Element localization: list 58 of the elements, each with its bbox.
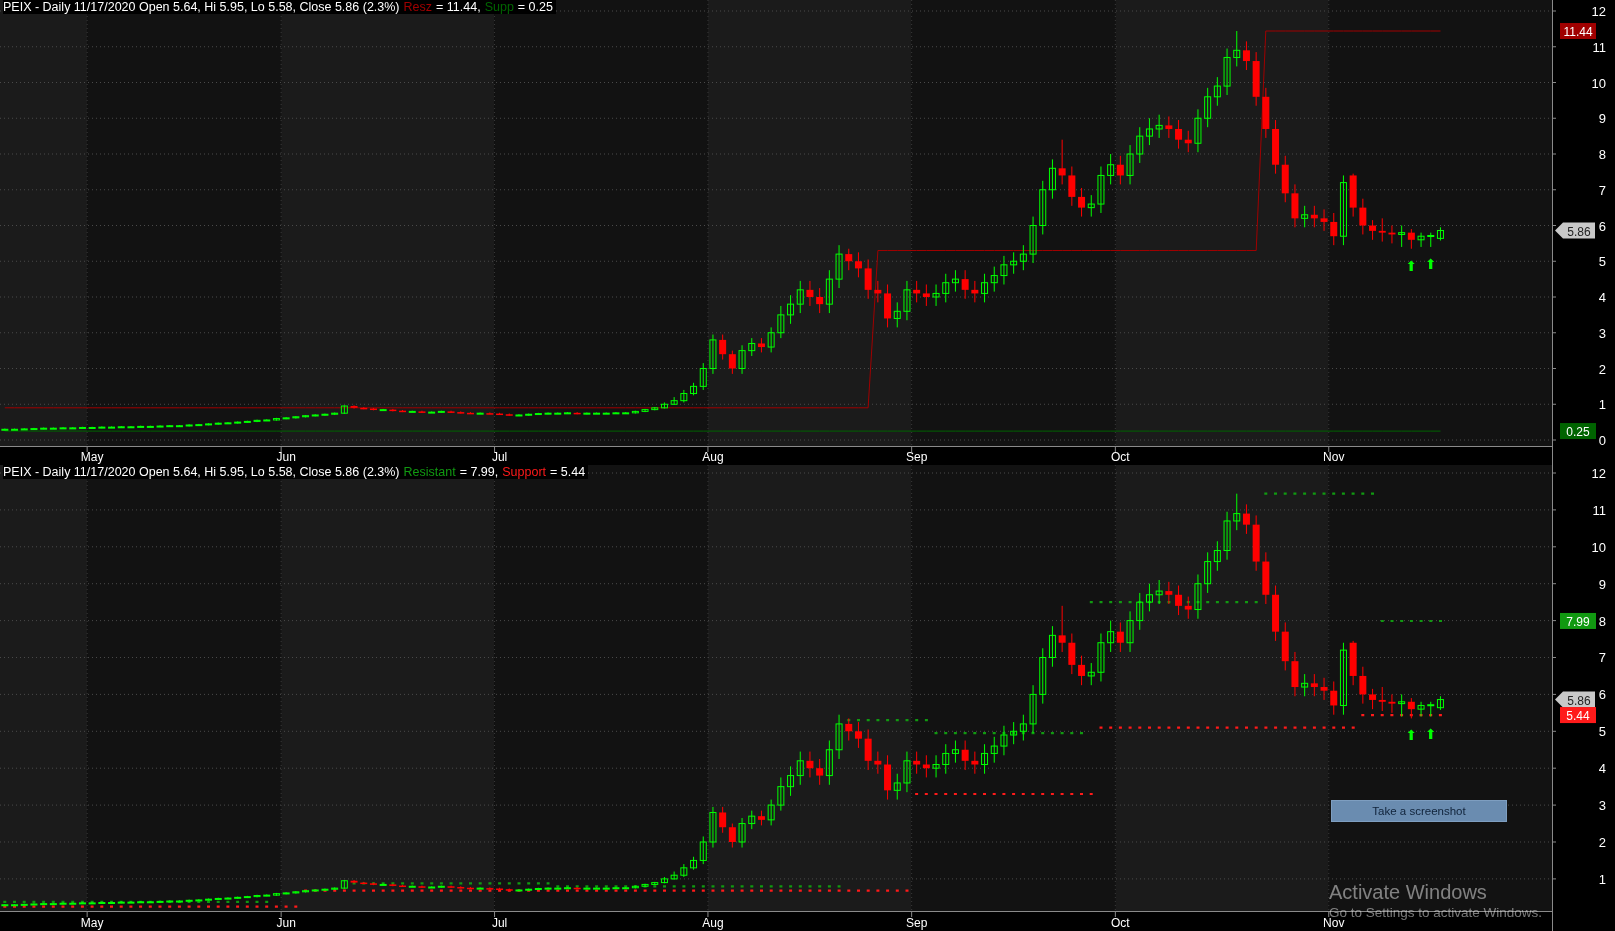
legend-label: Resz xyxy=(403,0,433,14)
axis-label: 10 xyxy=(1591,539,1606,555)
axis-label: 2 xyxy=(1598,835,1606,850)
legend-value: = 11.44, xyxy=(436,0,481,14)
price-tag: 0.25 xyxy=(1560,423,1596,440)
axis-label: 7 xyxy=(1598,182,1606,198)
axis-label: 8 xyxy=(1598,147,1606,162)
month-label: Jul xyxy=(491,916,508,930)
chart-title: PEIX - Daily 11/17/2020 Open 5.64, Hi 5.95, Lo 5.58, Close 5.86 (2.3%) xyxy=(3,465,400,479)
legend-label: Supp xyxy=(484,0,514,14)
axis-label: 3 xyxy=(1598,798,1606,814)
arrow-up-icon: ⬆ xyxy=(1405,257,1418,274)
month-label: Oct xyxy=(1111,916,1130,930)
axis-label: 12 xyxy=(1591,4,1606,19)
price-tag: 5.44 xyxy=(1560,707,1596,724)
axis-label: 2 xyxy=(1598,361,1606,377)
legend-value: = 5.44 xyxy=(550,465,586,479)
axis-label: 0 xyxy=(1598,433,1606,448)
axis-label: 7 xyxy=(1598,650,1606,666)
price-tag: 11.44 xyxy=(1560,23,1596,39)
axis-label: 11 xyxy=(1592,39,1606,55)
axis-label: 6 xyxy=(1598,218,1606,234)
legend-value: = 7.99, xyxy=(459,465,499,479)
month-label: Jun xyxy=(276,450,296,464)
legend-label: Support xyxy=(502,465,546,479)
axis-label: 11 xyxy=(1592,502,1606,518)
month-label: Jun xyxy=(276,916,296,930)
month-label: Nov xyxy=(1323,916,1345,930)
axis-label: 5 xyxy=(1598,254,1606,270)
arrow-up-icon: ⬆ xyxy=(1405,727,1418,744)
month-label: Aug xyxy=(702,450,724,464)
month-label: May xyxy=(80,450,104,464)
legend-value: = 0.25 xyxy=(517,0,553,14)
activation-title: Activate Windows xyxy=(1329,880,1488,904)
arrow-up-icon: ⬆ xyxy=(1424,725,1437,742)
chart-title: PEIX - Daily 11/17/2020 Open 5.64, Hi 5.95, Lo 5.58, Close 5.86 (2.3%) xyxy=(3,0,400,14)
axis-label: 12 xyxy=(1591,466,1606,481)
axis-label: 8 xyxy=(1598,613,1606,629)
month-label: Aug xyxy=(702,916,724,930)
axis-label: 6 xyxy=(1598,687,1606,703)
axis-label: 5 xyxy=(1598,724,1606,740)
month-label: Oct xyxy=(1111,450,1130,464)
axis-label: 4 xyxy=(1598,290,1606,305)
month-label: Jul xyxy=(491,450,508,464)
axis-label: 1 xyxy=(1598,871,1606,887)
month-label: Nov xyxy=(1323,450,1345,464)
axis-label: 9 xyxy=(1598,576,1606,592)
legend-label: Resistant xyxy=(403,465,456,479)
axis-label: 4 xyxy=(1598,761,1606,777)
arrow-up-icon: ⬆ xyxy=(1424,255,1437,272)
screenshot-button[interactable]: Take a screenshot xyxy=(1331,800,1507,822)
axis-label: 9 xyxy=(1598,111,1606,127)
month-label: Sep xyxy=(905,450,928,464)
month-label: May xyxy=(80,916,104,930)
axis-label: 1 xyxy=(1598,397,1606,413)
month-label: Sep xyxy=(905,916,928,930)
axis-label: 10 xyxy=(1591,75,1606,91)
axis-label: 3 xyxy=(1598,325,1606,341)
